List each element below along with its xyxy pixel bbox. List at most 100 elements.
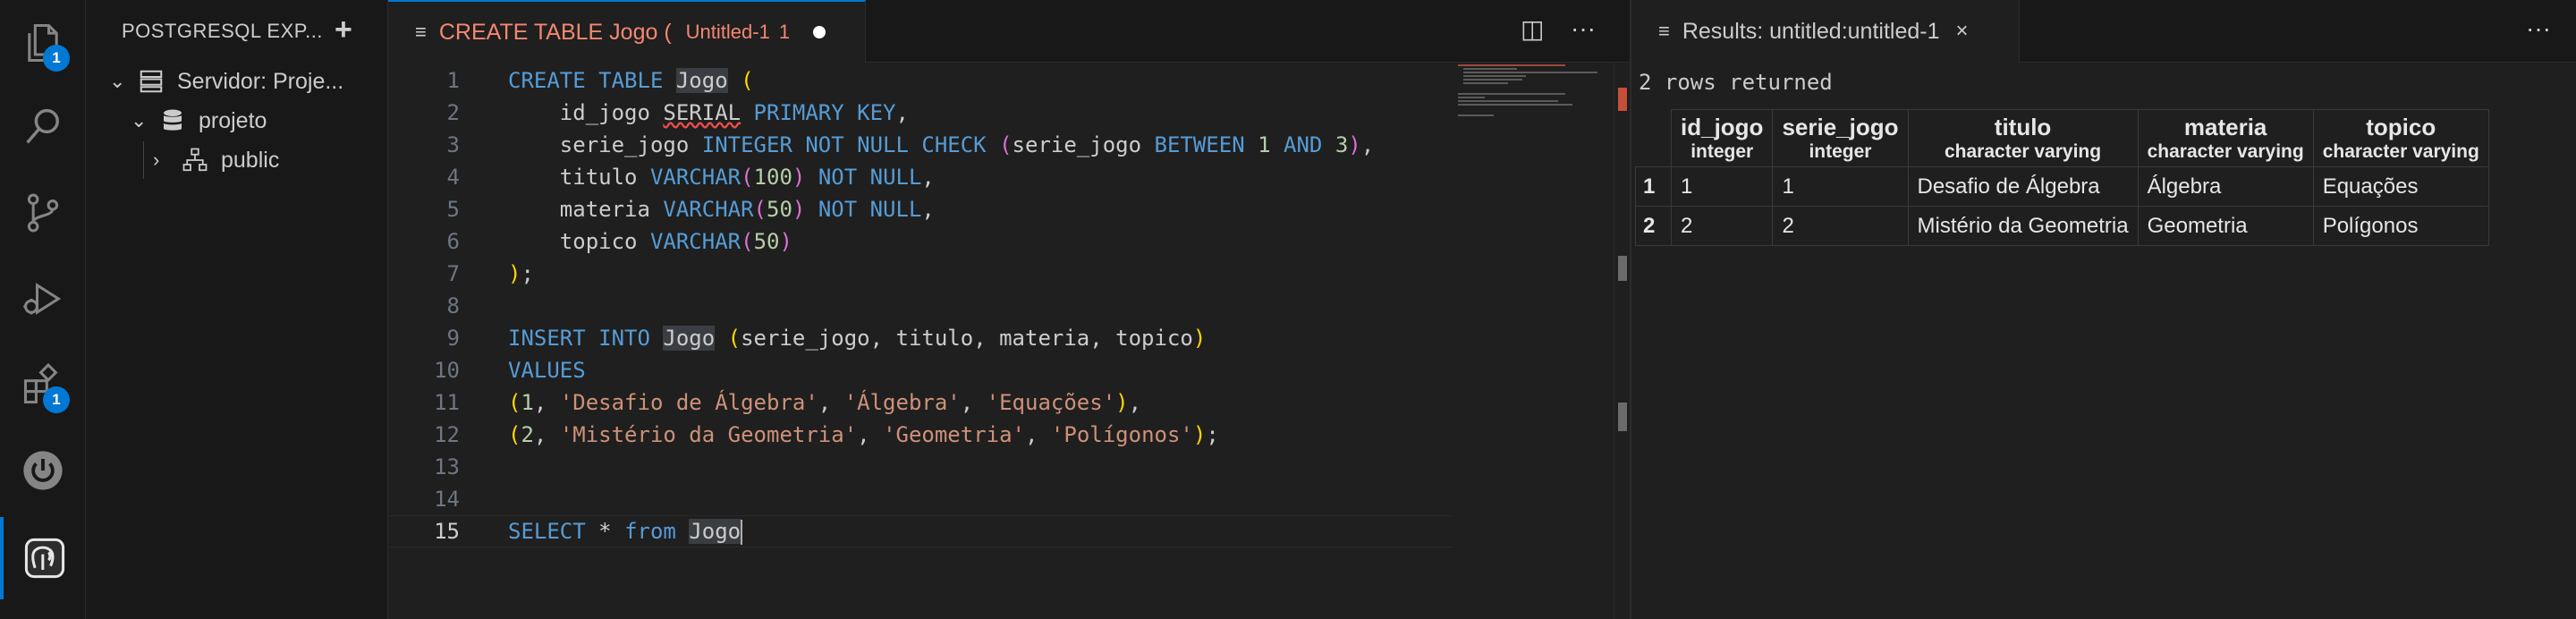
- power-button[interactable]: [0, 429, 86, 512]
- more-actions-icon[interactable]: ···: [1571, 14, 1596, 43]
- editor-tab[interactable]: ≡ CREATE TABLE Jogo ( Untitled-1 1: [388, 0, 866, 63]
- line-number: 1: [446, 68, 460, 93]
- line-number: 9: [446, 326, 460, 351]
- line-number: 13: [434, 454, 460, 479]
- tab-title: CREATE TABLE Jogo (: [438, 19, 672, 45]
- code-line[interactable]: 10 VALUES: [388, 354, 1453, 386]
- code-line[interactable]: 7);: [388, 258, 1453, 290]
- schema-icon: [182, 148, 208, 172]
- code-line[interactable]: 12 (2, 'Mistério da Geometria', 'Geometri…: [388, 419, 1453, 451]
- tree-item-label: public: [221, 147, 280, 173]
- table-body: 1 1 1 Desafio de Álgebra Álgebra Equações 2 2 2 M…: [1635, 166, 2489, 246]
- more-actions-icon[interactable]: ···: [2526, 14, 2551, 43]
- column-header[interactable]: topico character varying: [2312, 109, 2489, 167]
- line-number: 15: [434, 519, 460, 544]
- tab-problem-count: 1: [778, 21, 791, 43]
- extensions-badge: 1: [43, 386, 70, 413]
- editor-tab-bar: ≡ CREATE TABLE Jogo ( Untitled-1 1 ◫ ···: [388, 0, 1630, 63]
- chevron-down-icon[interactable]: ⌄: [131, 109, 157, 132]
- results-tab[interactable]: ≡ Results: untitled:untitled-1 ×: [1631, 0, 2020, 63]
- code-line[interactable]: 6 topico VARCHAR(50): [388, 225, 1453, 258]
- table-cell[interactable]: Polígonos: [2312, 206, 2489, 246]
- table-cell[interactable]: Álgebra: [2137, 166, 2314, 207]
- results-tab-bar: ≡ Results: untitled:untitled-1 × ···: [1631, 0, 2576, 63]
- editor-scrollbar[interactable]: [1614, 63, 1630, 619]
- line-number: 14: [434, 487, 460, 512]
- extensions-button[interactable]: 1: [0, 343, 86, 426]
- table-cell[interactable]: 2: [1772, 206, 1909, 246]
- postgresql-explorer-sidebar: POSTGRESQL EXP... + ⌄ Servidor: Proje...…: [86, 0, 388, 619]
- postgresql-button[interactable]: [0, 517, 86, 599]
- code-line[interactable]: 8: [388, 290, 1453, 322]
- results-panel: ≡ Results: untitled:untitled-1 × ··· 2 r…: [1630, 0, 2576, 619]
- split-editor-icon[interactable]: ◫: [1521, 14, 1544, 44]
- tree-item-label: Servidor: Proje...: [177, 68, 344, 94]
- table-cell[interactable]: 1: [1670, 166, 1774, 207]
- table-cell[interactable]: 2: [1670, 206, 1774, 246]
- code-line[interactable]: 15 SELECT * from Jogo: [388, 515, 1453, 547]
- code-editor[interactable]: 1 CREATE TABLE Jogo ( 2 id_jogo SERIAL PRI…: [388, 63, 1453, 619]
- column-type: character varying: [2147, 141, 2304, 162]
- line-number: 7: [446, 261, 460, 286]
- server-icon: [140, 70, 163, 93]
- editor-group: ≡ CREATE TABLE Jogo ( Untitled-1 1 ◫ ···…: [388, 0, 1630, 619]
- code-line[interactable]: 11 (1, 'Desafio de Álgebra', 'Álgebra', '…: [388, 386, 1453, 419]
- results-tab-title: Results: untitled:untitled-1: [1682, 18, 1940, 44]
- column-name: serie_jogo: [1782, 114, 1899, 140]
- code-text: (2, 'Mistério da Geometria', 'Geometria'…: [508, 422, 1219, 447]
- column-header[interactable]: materia character varying: [2137, 109, 2314, 167]
- add-connection-button[interactable]: +: [335, 13, 352, 47]
- column-name: materia: [2183, 114, 2267, 140]
- chevron-right-icon[interactable]: ›: [153, 148, 180, 172]
- code-text: titulo VARCHAR(100) NOT NULL,: [508, 165, 935, 190]
- tree-item-server[interactable]: ⌄ Servidor: Proje...: [109, 63, 343, 100]
- row-number-header: [1635, 109, 1672, 167]
- minimap[interactable]: [1458, 64, 1601, 127]
- table-cell[interactable]: Geometria: [2137, 206, 2314, 246]
- code-text: id_jogo SERIAL PRIMARY KEY,: [508, 100, 909, 125]
- column-name: id_jogo: [1681, 114, 1764, 140]
- column-header[interactable]: titulo character varying: [1907, 109, 2139, 167]
- code-line[interactable]: 13: [388, 451, 1453, 483]
- code-line[interactable]: 1 CREATE TABLE Jogo (: [388, 64, 1453, 97]
- table-row[interactable]: 2 2 2 Mistério da Geometria Geometria Polígon…: [1635, 206, 2489, 246]
- column-name: topico: [2366, 114, 2436, 140]
- code-line[interactable]: 5 materia VARCHAR(50) NOT NULL,: [388, 193, 1453, 225]
- unsaved-dot-icon[interactable]: [813, 26, 826, 38]
- explorer-button[interactable]: 1: [0, 2, 86, 84]
- table-cell[interactable]: Desafio de Álgebra: [1907, 166, 2139, 207]
- code-line[interactable]: 9 INSERT INTO Jogo (serie_jogo, titulo, m…: [388, 322, 1453, 354]
- table-cell[interactable]: Equações: [2312, 166, 2489, 207]
- chevron-down-icon[interactable]: ⌄: [109, 70, 136, 93]
- column-type: character varying: [2322, 141, 2479, 162]
- source-control-button[interactable]: [0, 172, 86, 254]
- table-row[interactable]: 1 1 1 Desafio de Álgebra Álgebra Equações: [1635, 166, 2489, 207]
- table-cell[interactable]: 1: [1772, 166, 1909, 207]
- code-text: CREATE TABLE Jogo (: [508, 68, 754, 93]
- table-cell[interactable]: Mistério da Geometria: [1907, 206, 2139, 246]
- column-header[interactable]: serie_jogo integer: [1772, 109, 1909, 167]
- tree-item-database[interactable]: ⌄ projeto: [131, 102, 267, 140]
- preview-icon: ≡: [1658, 20, 1670, 42]
- line-number: 6: [446, 229, 460, 254]
- tree-item-label: projeto: [199, 107, 267, 133]
- tree-item-schema[interactable]: › public: [143, 141, 279, 179]
- code-line[interactable]: 2 id_jogo SERIAL PRIMARY KEY,: [388, 97, 1453, 129]
- close-icon[interactable]: ×: [1956, 19, 1969, 44]
- search-button[interactable]: [0, 86, 86, 168]
- table-header-row: id_jogo integer serie_jogo integer titulo cha…: [1635, 109, 2489, 167]
- activity-bar: 1 1: [0, 0, 86, 619]
- code-text: SELECT * from Jogo: [508, 518, 743, 545]
- run-debug-button[interactable]: [0, 258, 86, 340]
- line-number: 2: [446, 100, 460, 125]
- code-line[interactable]: 4 titulo VARCHAR(100) NOT NULL,: [388, 161, 1453, 193]
- code-line[interactable]: 14: [388, 483, 1453, 515]
- column-header[interactable]: id_jogo integer: [1670, 109, 1774, 167]
- code-line[interactable]: 3 serie_jogo INTEGER NOT NULL CHECK (ser…: [388, 129, 1453, 161]
- rows-returned-label: 2 rows returned: [1639, 70, 1833, 95]
- column-type: integer: [1809, 141, 1872, 162]
- line-number: 3: [446, 132, 460, 157]
- search-icon: [26, 108, 59, 144]
- column-type: character varying: [1944, 141, 2102, 162]
- row-number: 2: [1635, 206, 1672, 246]
